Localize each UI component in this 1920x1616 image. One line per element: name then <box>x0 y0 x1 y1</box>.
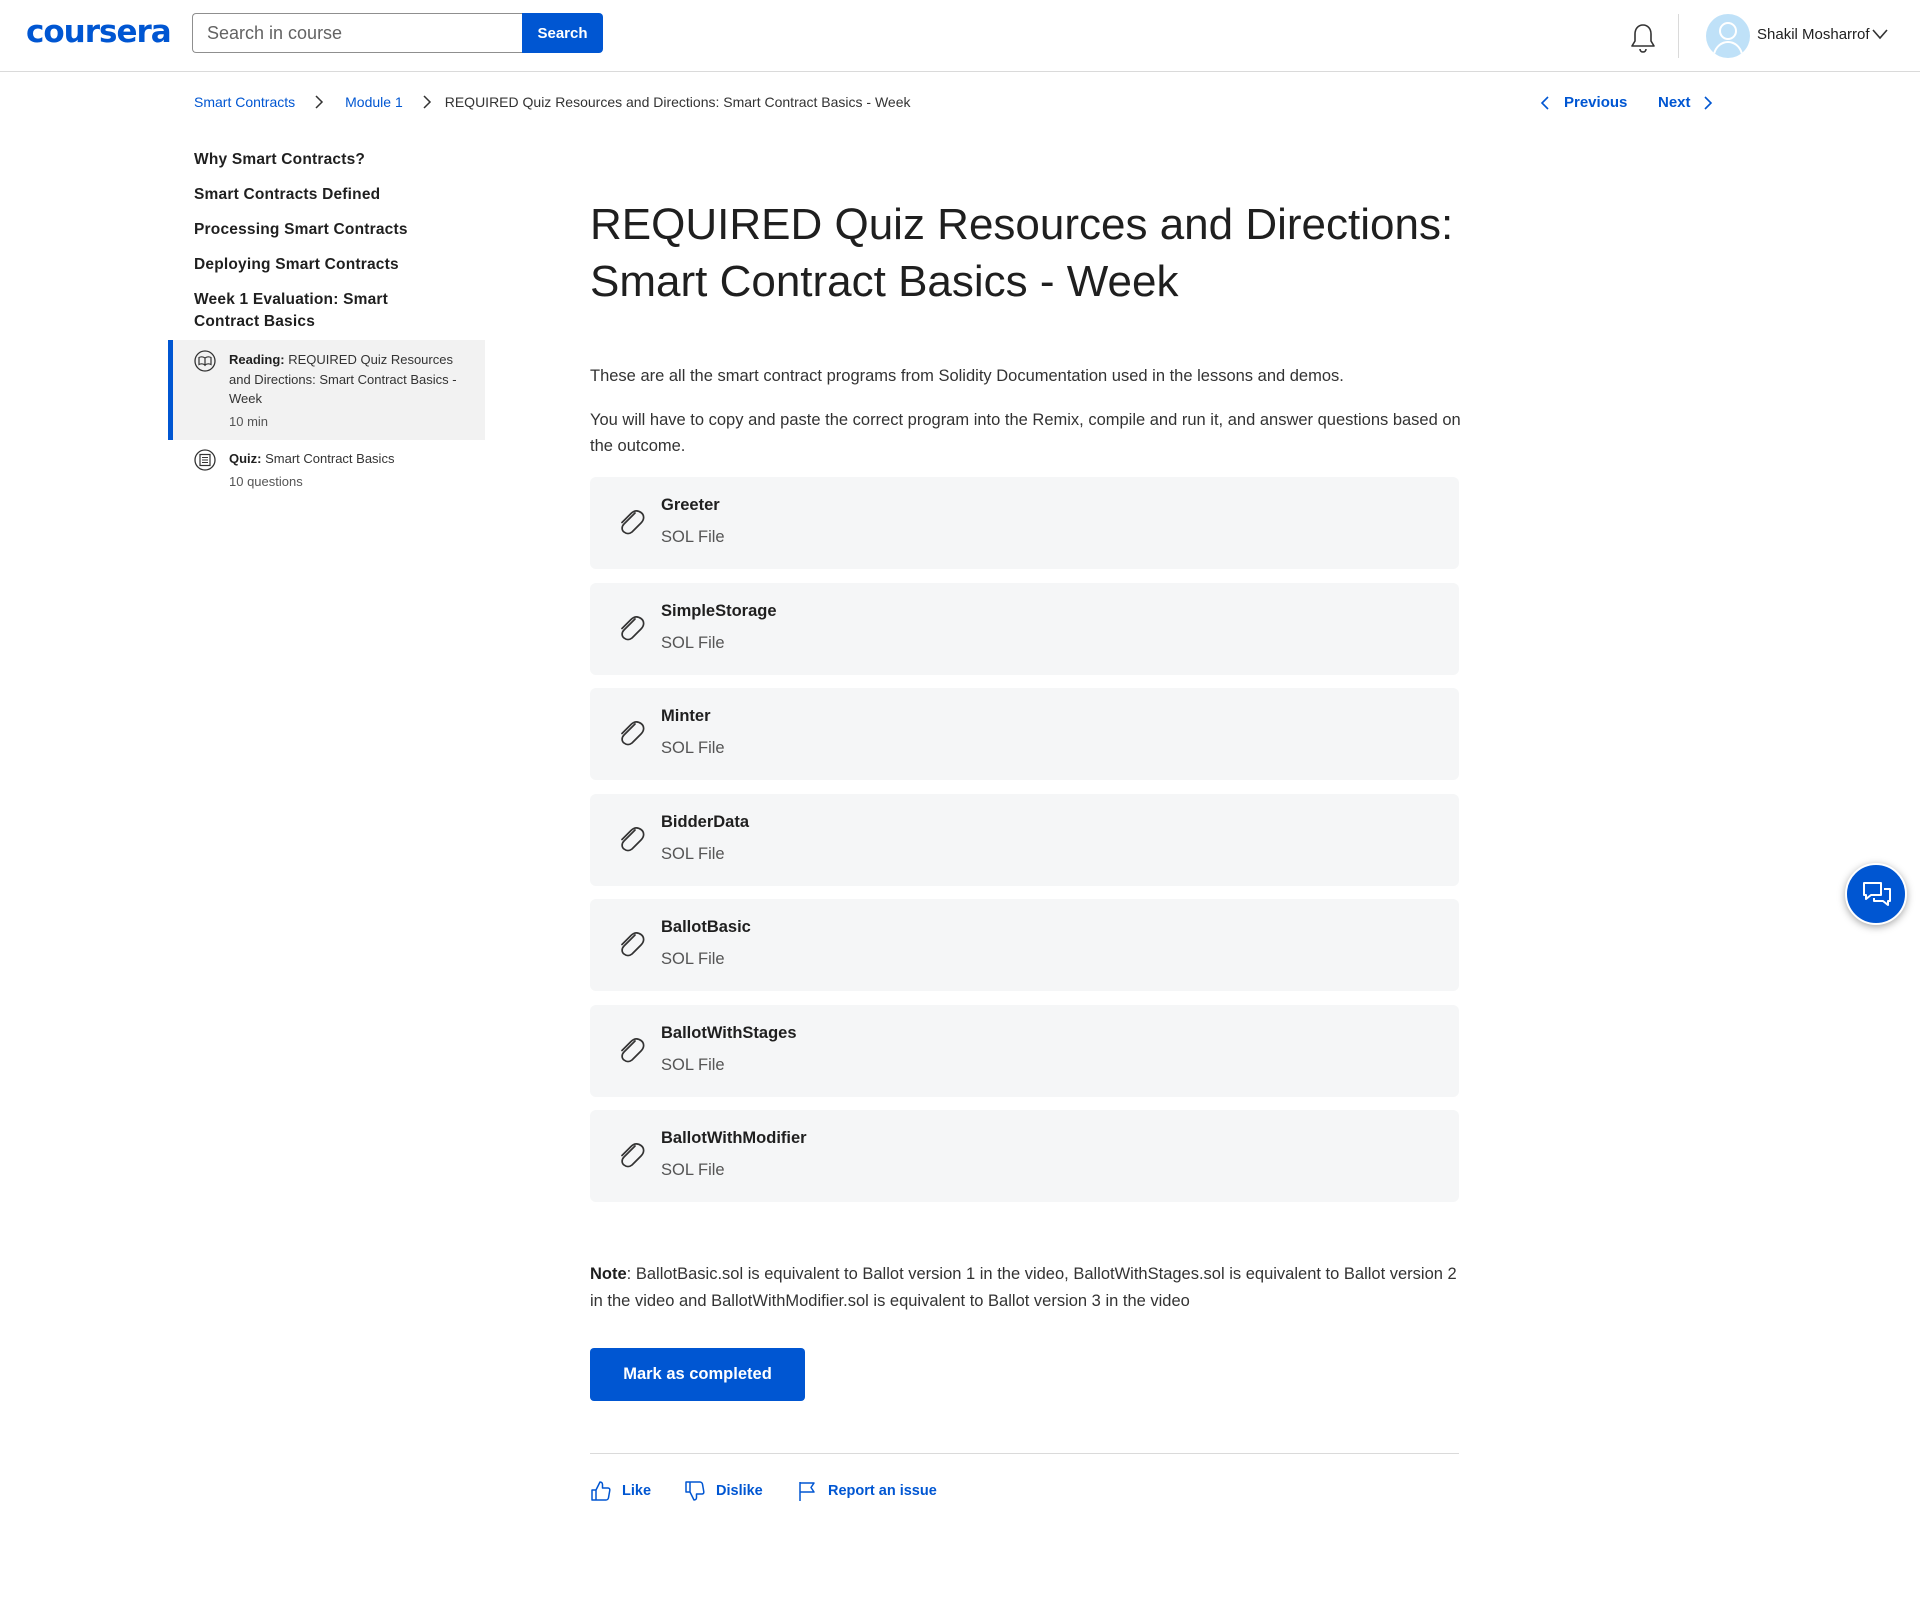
quiz-question-count: 10 questions <box>229 473 303 489</box>
chat-button[interactable] <box>1845 863 1907 925</box>
file-card-greeter[interactable]: Greeter SOL File <box>590 477 1459 569</box>
file-card-simplestorage[interactable]: SimpleStorage SOL File <box>590 583 1459 675</box>
coursera-logo[interactable]: coursera <box>26 14 172 50</box>
file-name: BallotWithStages <box>661 1024 797 1042</box>
sidebar-item-deploying-smart-contracts[interactable]: Deploying Smart Contracts <box>194 254 399 276</box>
intro-paragraph: These are all the smart contract program… <box>590 367 1344 385</box>
chevron-right-icon <box>1703 95 1712 110</box>
thumbs-down-icon <box>685 1481 705 1501</box>
page-title: REQUIRED Quiz Resources and Directions: … <box>590 200 1454 306</box>
previous-button[interactable]: Previous <box>1540 94 1627 111</box>
paperclip-icon <box>621 1143 645 1168</box>
header-divider <box>1678 14 1679 58</box>
sidebar-sub-item-quiz[interactable]: Quiz: Smart Contract Basics 10 questions <box>194 449 461 491</box>
quiz-icon <box>194 449 216 471</box>
top-header: coursera Search Shakil Mosharrof <box>0 0 1920 72</box>
next-button[interactable]: Next <box>1658 94 1713 111</box>
file-type: SOL File <box>661 1056 725 1074</box>
quiz-title: Smart Contract Basics <box>265 451 395 466</box>
thumbs-up-icon <box>591 1481 611 1501</box>
paperclip-icon <box>621 827 645 852</box>
like-label: Like <box>622 1483 652 1499</box>
user-name[interactable]: Shakil Mosharrof <box>1757 26 1870 43</box>
mark-as-completed-button[interactable]: Mark as completed <box>590 1348 805 1401</box>
file-type: SOL File <box>661 634 725 652</box>
file-type: SOL File <box>661 1161 725 1179</box>
chat-bubbles-icon <box>1863 882 1891 906</box>
sidebar-item-week1-evaluation[interactable]: Week 1 Evaluation: Smart Contract Basics <box>194 289 424 333</box>
note-paragraph: Note: BallotBasic.sol is equivalent to B… <box>590 1261 1470 1315</box>
like-button[interactable]: Like <box>590 1480 651 1502</box>
quiz-kind: Quiz: <box>229 451 262 466</box>
sidebar-item-smart-contracts-defined[interactable]: Smart Contracts Defined <box>194 184 380 206</box>
next-label: Next <box>1658 94 1691 111</box>
chevron-down-icon[interactable] <box>1871 27 1889 41</box>
breadcrumb: Smart Contracts Module 1 REQUIRED Quiz R… <box>194 94 911 110</box>
file-card-ballotwithmodifier[interactable]: BallotWithModifier SOL File <box>590 1110 1459 1202</box>
user-avatar-icon <box>1713 22 1743 55</box>
chevron-left-icon <box>1540 95 1549 110</box>
paperclip-icon <box>621 510 645 535</box>
file-card-ballotbasic[interactable]: BallotBasic SOL File <box>590 899 1459 991</box>
breadcrumb-course[interactable]: Smart Contracts <box>194 94 295 110</box>
reading-duration: 10 min <box>229 413 269 429</box>
report-issue-button[interactable]: Report an issue <box>796 1480 937 1502</box>
file-name: BallotBasic <box>661 918 751 936</box>
sidebar-item-why-smart-contracts[interactable]: Why Smart Contracts? <box>194 149 365 171</box>
file-card-bidderdata[interactable]: BidderData SOL File <box>590 794 1459 886</box>
search-input[interactable] <box>192 13 522 53</box>
breadcrumb-current: REQUIRED Quiz Resources and Directions: … <box>444 94 911 110</box>
paperclip-icon <box>621 932 645 957</box>
breadcrumb-module[interactable]: Module 1 <box>345 94 403 110</box>
note-label: Note <box>590 1265 627 1283</box>
content-divider <box>590 1453 1459 1454</box>
sidebar-item-processing-smart-contracts[interactable]: Processing Smart Contracts <box>194 219 408 241</box>
file-name: BidderData <box>661 813 750 831</box>
dislike-button[interactable]: Dislike <box>684 1480 763 1502</box>
chevron-right-icon <box>315 95 324 109</box>
dislike-label: Dislike <box>716 1483 763 1499</box>
file-name: SimpleStorage <box>661 602 777 620</box>
file-name: BallotWithModifier <box>661 1129 807 1147</box>
notifications-bell-icon[interactable] <box>1628 22 1658 54</box>
reading-icon <box>194 350 216 372</box>
sidebar-sub-item-reading[interactable]: Reading: REQUIRED Quiz Resources and Dir… <box>194 350 461 431</box>
file-card-ballotwithstages[interactable]: BallotWithStages SOL File <box>590 1005 1459 1097</box>
user-avatar[interactable] <box>1706 14 1750 58</box>
flag-icon <box>799 1482 815 1501</box>
paperclip-icon <box>621 616 645 641</box>
note-text: : BallotBasic.sol is equivalent to Ballo… <box>590 1265 1457 1310</box>
file-name: Greeter <box>661 496 720 514</box>
paperclip-icon <box>621 721 645 746</box>
file-type: SOL File <box>661 528 725 546</box>
report-label: Report an issue <box>828 1483 937 1499</box>
file-type: SOL File <box>661 845 725 863</box>
previous-label: Previous <box>1564 94 1628 111</box>
file-type: SOL File <box>661 739 725 757</box>
search-button[interactable]: Search <box>522 13 603 53</box>
file-type: SOL File <box>661 950 725 968</box>
paperclip-icon <box>621 1038 645 1063</box>
course-search: Search <box>192 13 603 53</box>
chevron-right-icon <box>423 95 431 109</box>
file-card-minter[interactable]: Minter SOL File <box>590 688 1459 780</box>
file-name: Minter <box>661 707 711 725</box>
directions-paragraph: You will have to copy and paste the corr… <box>590 411 1461 455</box>
reading-kind: Reading: <box>229 352 285 367</box>
